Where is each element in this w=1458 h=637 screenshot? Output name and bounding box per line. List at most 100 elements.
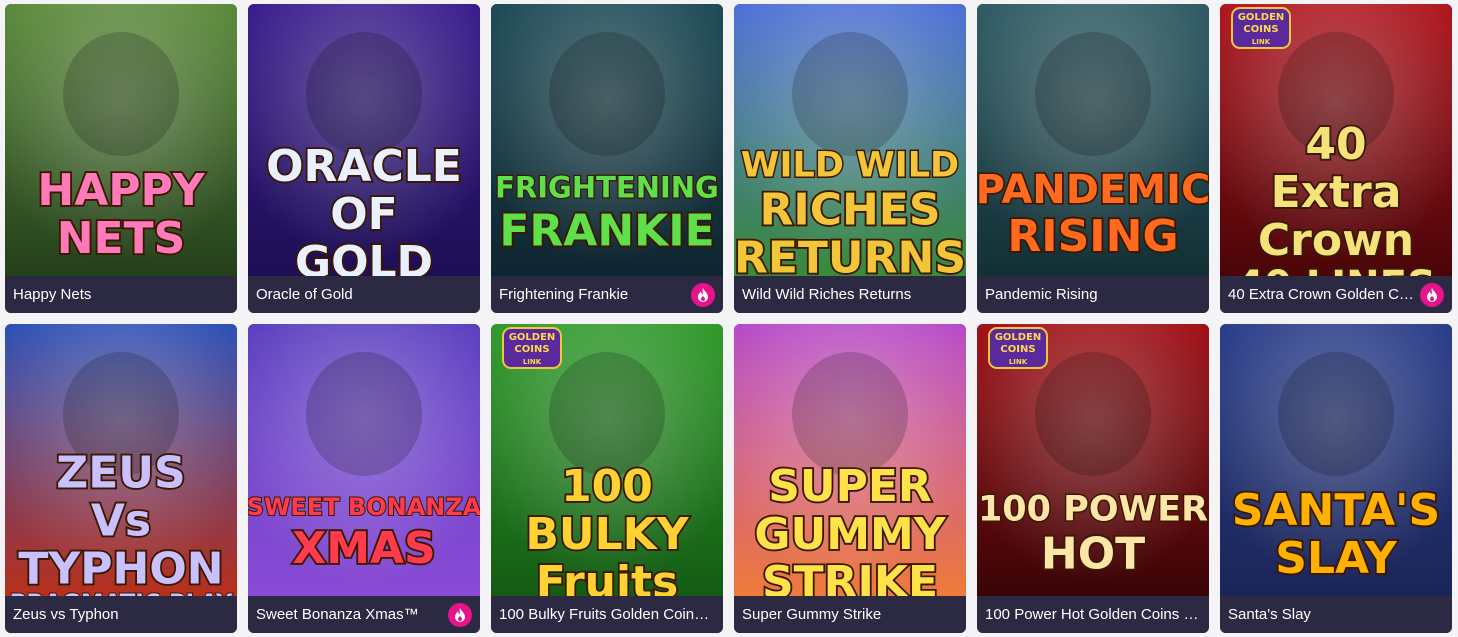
character-art xyxy=(549,32,665,156)
game-logo-line: HOT xyxy=(1041,529,1145,580)
game-card-footer: Super Gummy Strike xyxy=(734,596,966,633)
svg-text:GOLDEN: GOLDEN xyxy=(509,332,556,343)
game-logo-line: SANTA'S xyxy=(1232,485,1440,536)
game-title[interactable]: Zeus vs Typhon xyxy=(13,606,229,623)
game-logo-line: 100 xyxy=(561,461,653,512)
game-logo-line: SLAY xyxy=(1275,533,1398,584)
character-art xyxy=(1035,352,1151,476)
game-card-4[interactable]: PANDEMIC RISING Pandemic Rising xyxy=(977,4,1209,313)
game-card-1[interactable]: ORACLE OF GOLD Oracle of Gold xyxy=(248,4,480,313)
golden-coins-link-badge: GOLDENCOINS LINK xyxy=(502,327,562,369)
game-logo-line: STRIKE xyxy=(762,557,938,596)
character-art xyxy=(1035,32,1151,156)
svg-text:LINK: LINK xyxy=(1252,38,1271,46)
svg-text:COINS: COINS xyxy=(514,344,549,355)
game-logo-line: WILD WILD xyxy=(741,146,959,186)
game-logo-line: Crown xyxy=(1258,215,1414,266)
svg-text:COINS: COINS xyxy=(1000,344,1035,355)
game-logo-line: OF xyxy=(330,189,397,240)
game-logo-line: FRANKIE xyxy=(499,206,714,257)
game-thumbnail[interactable]: SANTA'S SLAY xyxy=(1220,324,1452,596)
game-title[interactable]: 100 Power Hot Golden Coins Link xyxy=(985,606,1201,623)
game-logo-line: PANDEMIC xyxy=(977,167,1209,213)
character-art xyxy=(306,352,422,476)
game-logo-line: NETS xyxy=(57,213,186,264)
game-logo-line: RICHES xyxy=(759,185,940,236)
game-card-10[interactable]: 100 POWER HOT GOLDEN COINS LINK 100 Power Ho… xyxy=(977,324,1209,633)
game-artwork: FRIGHTENINGFRANKIE xyxy=(491,4,723,276)
svg-text:COINS: COINS xyxy=(1243,24,1278,35)
character-art xyxy=(549,352,665,476)
game-logo-line: ZEUS xyxy=(56,448,185,499)
game-logo-line: GOLD xyxy=(295,237,433,276)
hot-flame-icon xyxy=(691,282,715,307)
game-thumbnail[interactable]: HAPPY NETS xyxy=(5,4,237,276)
game-thumbnail[interactable]: 100 BULKY Fruits GOLDEN COINS LINK xyxy=(491,324,723,596)
game-card-0[interactable]: HAPPY NETS Happy Nets xyxy=(5,4,237,313)
game-logo-line: RISING xyxy=(1007,211,1178,262)
game-thumbnail[interactable]: WILD WILD RICHES RETURNS xyxy=(734,4,966,276)
game-card-3[interactable]: WILD WILD RICHES RETURNS Wild Wild Riches … xyxy=(734,4,966,313)
game-artwork: SWEET BONANZAXMAS xyxy=(248,324,480,596)
game-logo-line: SUPER xyxy=(768,461,932,512)
game-card-11[interactable]: SANTA'S SLAY Santa's Slay xyxy=(1220,324,1452,633)
character-art xyxy=(1278,352,1394,476)
game-logo-line: Vs xyxy=(91,496,151,547)
game-card-7[interactable]: SWEET BONANZA XMAS Sweet Bonanza Xmas™ xyxy=(248,324,480,633)
game-card-9[interactable]: SUPER GUMMY STRIKE Super Gummy Strike xyxy=(734,324,966,633)
game-thumbnail[interactable]: ZEUSVsTYPHONPRAGMATIC PLAY xyxy=(5,324,237,596)
game-card-footer: Sweet Bonanza Xmas™ xyxy=(248,596,480,633)
svg-text:LINK: LINK xyxy=(523,358,542,366)
game-logo-line: Extra xyxy=(1271,167,1402,218)
game-title[interactable]: Santa's Slay xyxy=(1228,606,1444,623)
game-logo-line: FRIGHTENING xyxy=(495,171,719,205)
game-title[interactable]: Super Gummy Strike xyxy=(742,606,958,623)
hot-flame-icon xyxy=(448,602,472,627)
game-card-footer: Oracle of Gold xyxy=(248,276,480,313)
game-title[interactable]: Frightening Frankie xyxy=(499,286,687,303)
game-logo-line: ORACLE xyxy=(266,141,462,192)
game-card-5[interactable]: 40ExtraCrown40 LINES GOLDENCOINS LINK 40 E… xyxy=(1220,4,1452,313)
game-logo-line: 100 POWER xyxy=(978,490,1208,530)
character-art xyxy=(63,32,179,156)
golden-coins-link-badge: GOLDENCOINS LINK xyxy=(988,327,1048,369)
game-card-footer: 100 Power Hot Golden Coins Link xyxy=(977,596,1209,633)
game-thumbnail[interactable]: ORACLE OF GOLD xyxy=(248,4,480,276)
game-title[interactable]: Wild Wild Riches Returns xyxy=(742,286,958,303)
character-art xyxy=(792,352,908,476)
game-thumbnail[interactable]: 40ExtraCrown40 LINES GOLDENCOINS LINK xyxy=(1220,4,1452,276)
game-logo-line: SWEET BONANZA xyxy=(248,493,480,521)
game-card-footer: Pandemic Rising xyxy=(977,276,1209,313)
game-logo-line: 40 xyxy=(1305,119,1366,170)
character-art xyxy=(792,32,908,156)
game-card-footer: 40 Extra Crown Golden Coins Link xyxy=(1220,276,1452,313)
game-title[interactable]: Oracle of Gold xyxy=(256,286,472,303)
game-thumbnail[interactable]: FRIGHTENING FRANKIE xyxy=(491,4,723,276)
character-art xyxy=(306,32,422,156)
game-card-footer: 100 Bulky Fruits Golden Coins Link xyxy=(491,596,723,633)
svg-text:GOLDEN: GOLDEN xyxy=(1238,12,1285,23)
game-logo-line: BULKY xyxy=(525,509,689,560)
svg-text:GOLDEN: GOLDEN xyxy=(995,332,1042,343)
game-title[interactable]: Pandemic Rising xyxy=(985,286,1201,303)
game-card-8[interactable]: 100 BULKY Fruits GOLDEN COINS LINK 100 Bulky … xyxy=(491,324,723,633)
game-logo-line: RETURNS xyxy=(734,233,966,277)
game-card-footer: Santa's Slay xyxy=(1220,596,1452,633)
game-artwork: HAPPYNETS xyxy=(5,4,237,276)
game-title[interactable]: Sweet Bonanza Xmas™ xyxy=(256,606,444,623)
game-title[interactable]: 40 Extra Crown Golden Coins Link xyxy=(1228,286,1416,303)
game-thumbnail[interactable]: SUPER GUMMY STRIKE xyxy=(734,324,966,596)
game-thumbnail[interactable]: SWEET BONANZA XMAS xyxy=(248,324,480,596)
hot-flame-icon xyxy=(1420,282,1444,307)
golden-coins-link-badge: GOLDENCOINS LINK xyxy=(1231,7,1291,49)
game-title[interactable]: Happy Nets xyxy=(13,286,229,303)
game-card-6[interactable]: ZEUSVsTYPHONPRAGMATIC PLAY Zeus vs Typho… xyxy=(5,324,237,633)
game-card-footer: Zeus vs Typhon xyxy=(5,596,237,633)
game-logo-line: TYPHON xyxy=(18,544,223,595)
game-logo-line: GUMMY xyxy=(754,509,946,560)
game-thumbnail[interactable]: PANDEMIC RISING xyxy=(977,4,1209,276)
game-card-2[interactable]: FRIGHTENING FRANKIE Frightening Frankie xyxy=(491,4,723,313)
game-thumbnail[interactable]: 100 POWER HOT GOLDEN COINS LINK xyxy=(977,324,1209,596)
game-logo-line: HAPPY xyxy=(37,165,205,216)
game-title[interactable]: 100 Bulky Fruits Golden Coins Link xyxy=(499,606,715,623)
